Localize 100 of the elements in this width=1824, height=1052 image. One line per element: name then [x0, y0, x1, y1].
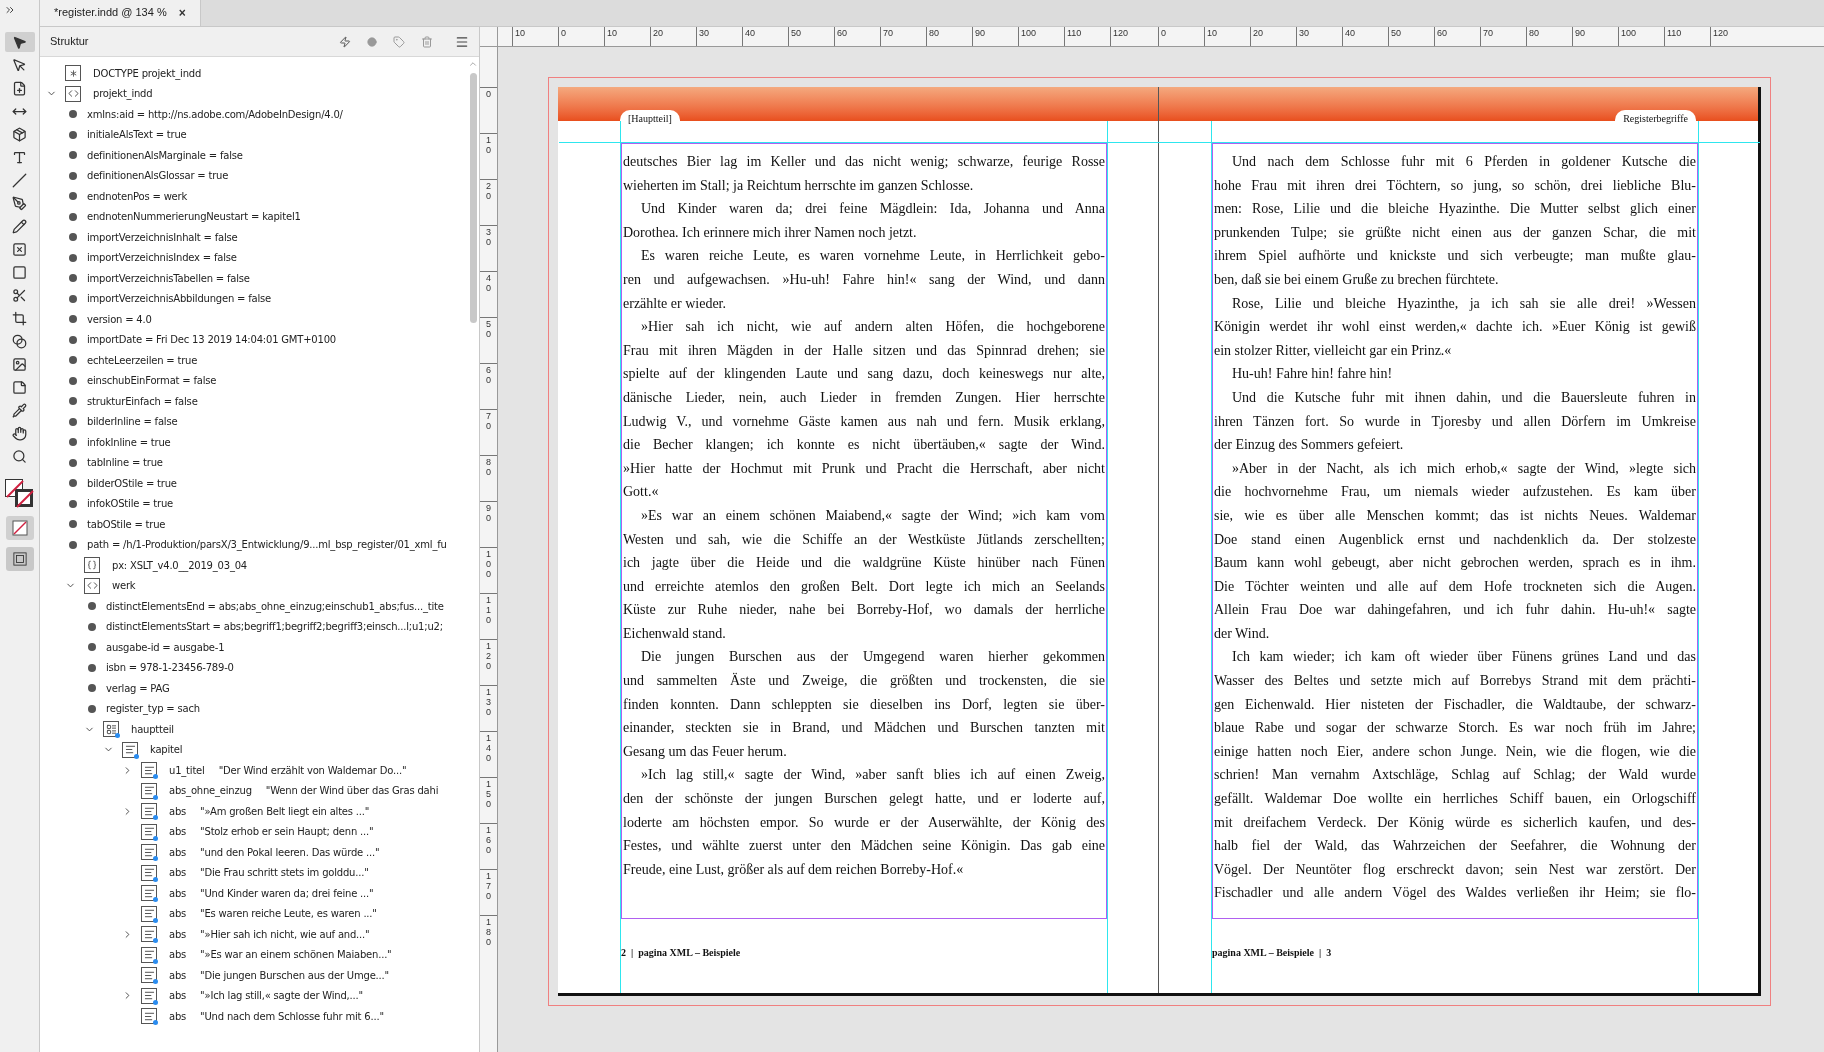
attribute-label[interactable]: path = /h/1-Produktion/parsX/3_Entwicklung/9...ml_bsp_register/01_xml_fu: [87, 537, 447, 553]
text-line: »Hier hatte der Hochmut mit Prunk und Pracht die Herrschaft, aber nicht: [623, 459, 1105, 478]
attribute-label[interactable]: endnotenPos = werk: [87, 188, 188, 204]
text-line: Festes, und wählte zuerst unter den Mädchen seine Königin. Das gab eine: [623, 837, 1105, 856]
element-name[interactable]: abs: [169, 824, 187, 840]
screen-mode-icon: [12, 552, 27, 566]
attribute-label[interactable]: tabInline = true: [87, 455, 163, 471]
attribute-label[interactable]: isbn = 978-1-23456-789-0: [106, 660, 234, 676]
ruler-number: 10: [607, 28, 617, 38]
element-preview: "Und nach dem Schlosse fuhr mit 6...": [200, 1009, 384, 1024]
attribute-label[interactable]: einschubEinFormat = false: [87, 373, 217, 389]
element-name[interactable]: abs: [169, 885, 187, 901]
text-line: die hochvornehme Frau, um niemals wieder aufzustehen. Es kam über: [1214, 483, 1696, 502]
document-title: *register.indd @ 134 %: [54, 5, 167, 21]
text-line: und erreichte atemlos den großen Belt. Dort legte ich mich an Seelands: [623, 577, 1105, 596]
element-name[interactable]: projekt_indd: [93, 86, 153, 102]
ruler-number: 40: [745, 28, 755, 38]
element-name[interactable]: hauptteil: [131, 721, 174, 737]
attribute-label[interactable]: importDate = Fri Dec 13 2019 14:04:01 GMT+0100: [87, 332, 336, 348]
attribute-bullet-icon: [69, 520, 77, 529]
text-line: Küste zur Ruhe nieder, nahe bei Borreby-Hof, wo damals der herrliche: [623, 601, 1105, 620]
running-footer: pagina XML – Beispiele: [638, 945, 741, 960]
text-line: Ich kam wieder; ich kam oft wieder über Fünens grünes Land und das: [1231, 648, 1696, 667]
menu-icon[interactable]: [455, 34, 469, 49]
ruler-number: 180: [485, 918, 492, 949]
document-tab[interactable]: *register.indd @ 134 % ×: [40, 0, 201, 26]
element-name[interactable]: abs: [169, 926, 187, 942]
attribute-label[interactable]: register_typ = sach: [106, 701, 200, 717]
attribute-label[interactable]: bilderOStile = true: [87, 475, 177, 491]
text-line: finden konnten. Dann schleppten sie dieselben ins Dorf, legten sie über-: [623, 695, 1105, 714]
attribute-label[interactable]: ausgabe-id = ausgabe-1: [106, 639, 225, 655]
expand-icon[interactable]: [4, 4, 16, 16]
ruler-number: 0: [561, 28, 566, 38]
attribute-label[interactable]: definitionenAlsGlossar = true: [87, 168, 229, 184]
attribute-label[interactable]: distinctElementsEnd = abs;abs_ohne_einzug;einschub1_abs;fus..._tite: [106, 598, 444, 614]
text-line: sie, wie es über alle Menschen kommt; das ist nichts Neues. Waldemar: [1214, 506, 1696, 525]
element-name[interactable]: abs: [169, 947, 187, 963]
ruler-number: 40: [1345, 28, 1355, 38]
element-preview: "Es waren reiche Leute, es waren ...": [200, 907, 377, 922]
attribute-label[interactable]: verlag = PAG: [106, 680, 170, 696]
element-name[interactable]: abs: [169, 844, 187, 860]
ruler-number: 70: [485, 412, 492, 433]
element-preview: "Stolz erhob er sein Haupt; denn ...": [200, 825, 374, 840]
text-line: gefällt. Waldemar Doe wollte ein herrliches Schiff bauen, ein Orlogschiff: [1214, 790, 1696, 809]
fill-stroke-swatch[interactable]: [4, 479, 35, 509]
attribute-label[interactable]: importVerzeichnisAbbildungen = false: [87, 291, 271, 307]
element-preview: "Und Kinder waren da; drei feine ...": [200, 886, 374, 901]
text-line: Die Töchter weinten und alle auf dem Hofe trockneten sich die Augen.: [1214, 577, 1696, 596]
attribute-label[interactable]: version = 4.0: [87, 311, 152, 327]
element-name[interactable]: abs: [169, 967, 187, 983]
attribute-label[interactable]: importVerzeichnisInhalt = false: [87, 229, 238, 245]
element-preview: "Die Frau schritt stets im golddu...": [200, 866, 369, 881]
element-name[interactable]: u1_titel: [169, 762, 205, 778]
element-name[interactable]: DOCTYPE projekt_indd: [93, 65, 202, 81]
element-name[interactable]: abs: [169, 865, 187, 881]
footer-separator: |: [631, 946, 634, 960]
element-name[interactable]: abs_ohne_einzug: [169, 783, 252, 799]
attribute-label[interactable]: importVerzeichnisIndex = false: [87, 250, 237, 266]
ruler-number: 0: [485, 90, 492, 101]
scrollbar-thumb[interactable]: [469, 73, 477, 323]
ruler-number: 80: [1529, 28, 1539, 38]
element-name[interactable]: werk: [112, 578, 136, 594]
attribute-label[interactable]: strukturEinfach = false: [87, 393, 198, 409]
attribute-label[interactable]: xmlns:aid = http://ns.adobe.com/AdobeInDesign/4.0/: [87, 106, 343, 122]
element-name[interactable]: kapitel: [150, 742, 183, 758]
text-line: Vögel. Der Neuntöter flog erschreckt davon; sein Nest war zerstört. Der: [1214, 860, 1696, 879]
attribute-bullet-icon: [69, 540, 77, 549]
text-line: halb fiel der Wald, das Wahrzeichen der Seefahrer, die Wohnung der: [1214, 837, 1696, 856]
attribute-label[interactable]: endnotenNummerierungNeustart = kapitel1: [87, 209, 301, 225]
text-line: gen Eichenwald. Hier nisteten der Fischadler, die Waldtaube, der schwarz-: [1214, 695, 1696, 714]
attribute-bullet-icon: [69, 212, 77, 221]
attribute-label[interactable]: infokOStile = true: [87, 496, 174, 512]
section-icon: [103, 721, 119, 738]
selection-tool-icon[interactable]: [4, 32, 35, 52]
attribute-label[interactable]: definitionenAlsMarginale = false: [87, 147, 243, 163]
text-line: ich jagte über die Heide und die waldgrüne Küste hinüber nach Fünen: [623, 554, 1105, 573]
element-name[interactable]: abs: [169, 988, 187, 1004]
close-button[interactable]: ×: [178, 3, 186, 22]
apply-none-button[interactable]: [5, 516, 34, 540]
ruler-number: 60: [837, 28, 847, 38]
ruler-number: 20: [653, 28, 663, 38]
attribute-label[interactable]: echteLeerzeilen = true: [87, 352, 198, 368]
lightning-icon[interactable]: [339, 35, 351, 48]
ruler-number: 30: [1299, 28, 1309, 38]
ruler-number: 90: [1575, 28, 1585, 38]
attribute-label[interactable]: tabOStile = true: [87, 516, 166, 532]
attribute-label[interactable]: distinctElementsStart = abs;begriff1;begriff2;begriff3;einsch...l;u1;u2;: [106, 619, 443, 635]
ruler-number: 130: [485, 688, 492, 719]
attribute-label[interactable]: infokInline = true: [87, 434, 171, 450]
element-name[interactable]: abs: [169, 803, 187, 819]
attribute-label[interactable]: importVerzeichnisTabellen = false: [87, 270, 250, 286]
attribute-label[interactable]: bilderInline = false: [87, 414, 178, 430]
attribute-bullet-icon: [69, 110, 77, 119]
element-name[interactable]: px: XSLT_v4.0__2019_03_04: [112, 557, 248, 573]
element-name[interactable]: abs: [169, 906, 187, 922]
attribute-label[interactable]: initialeAlsText = true: [87, 127, 187, 143]
text-line: Baum kann wohl gebeugt, aber nicht gebrochen werden, sprach es in ihm.: [1214, 554, 1696, 573]
screen-mode-button[interactable]: [5, 547, 34, 571]
text-element-icon: [141, 803, 157, 820]
element-name[interactable]: abs: [169, 1008, 187, 1024]
